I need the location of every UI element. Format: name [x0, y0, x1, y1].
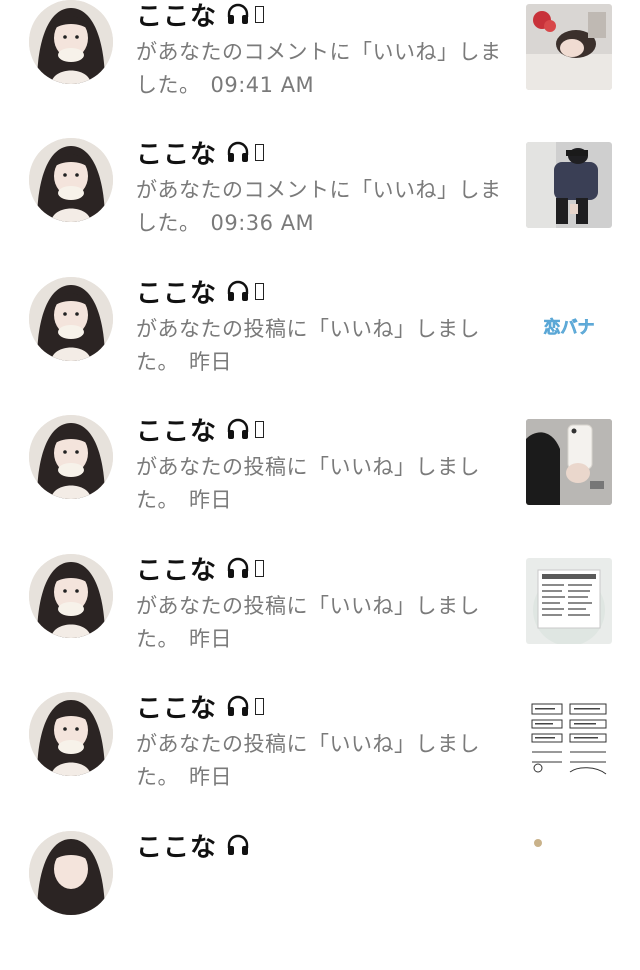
username[interactable]: ここな — [136, 0, 217, 33]
username-line: ここな — [136, 271, 265, 311]
message: があなたの投稿に「いいね」しました。 — [136, 594, 480, 651]
notification-list: ここな があなたのコメントに「いいね」しました。 09:41 AM ここな があな… — [0, 0, 640, 921]
username[interactable]: ここな — [136, 134, 217, 171]
notification-text: があなたの投稿に「いいね」しました。 昨日 — [136, 313, 508, 379]
notification-item[interactable]: ここな — [0, 831, 640, 970]
post-thumbnail[interactable] — [526, 142, 612, 228]
username-line: ここな — [136, 686, 265, 726]
post-thumbnail[interactable]: 恋バナ — [526, 281, 612, 367]
notification-text: があなたのコメントに「いいね」しました。 09:41 AM — [136, 36, 508, 102]
headphones-icon — [225, 832, 251, 858]
headphones-icon — [225, 693, 251, 719]
username[interactable]: ここな — [136, 827, 217, 864]
notification-item[interactable]: ここな があなたのコメントに「いいね」しました。 09:36 AM — [0, 138, 640, 277]
notification-item[interactable]: ここな があなたの投稿に「いいね」しました。 昨日 恋バナ — [0, 277, 640, 416]
post-thumbnail[interactable] — [526, 4, 612, 90]
post-thumbnail[interactable] — [526, 558, 612, 644]
username-line: ここな — [136, 0, 265, 34]
username-line: ここな — [136, 409, 265, 449]
notification-text: があなたの投稿に「いいね」しました。 昨日 — [136, 590, 508, 656]
message: があなたのコメントに「いいね」しました。 — [136, 178, 502, 235]
headphones-icon — [225, 278, 251, 304]
unknown-glyph-icon — [255, 282, 265, 300]
timestamp: 昨日 — [189, 350, 232, 374]
headphones-icon — [225, 139, 251, 165]
username-line: ここな — [136, 548, 265, 588]
message: があなたのコメントに「いいね」しました。 — [136, 40, 502, 97]
unknown-glyph-icon — [255, 420, 265, 438]
message: があなたの投稿に「いいね」しました。 — [136, 455, 480, 512]
notification-text: があなたの投稿に「いいね」しました。 昨日 — [136, 728, 508, 794]
avatar[interactable] — [29, 415, 113, 499]
notification-text: があなたの投稿に「いいね」しました。 昨日 — [136, 451, 508, 517]
username[interactable]: ここな — [136, 273, 217, 310]
timestamp: 昨日 — [189, 765, 232, 789]
avatar[interactable] — [29, 554, 113, 638]
timestamp: 昨日 — [189, 488, 232, 512]
post-thumbnail[interactable] — [526, 419, 612, 505]
avatar[interactable] — [29, 138, 113, 222]
notification-text: があなたのコメントに「いいね」しました。 09:36 AM — [136, 174, 508, 240]
username[interactable]: ここな — [136, 550, 217, 587]
message: があなたの投稿に「いいね」しました。 — [136, 732, 480, 789]
avatar[interactable] — [29, 831, 113, 915]
notification-item[interactable]: ここな があなたの投稿に「いいね」しました。 昨日 — [0, 415, 640, 554]
headphones-icon — [225, 1, 251, 27]
unknown-glyph-icon — [255, 143, 265, 161]
notification-item[interactable]: ここな があなたの投稿に「いいね」しました。 昨日 — [0, 692, 640, 831]
timestamp: 09:36 AM — [210, 211, 315, 235]
username-line: ここな — [136, 825, 251, 865]
avatar[interactable] — [29, 277, 113, 361]
notification-item[interactable]: ここな があなたのコメントに「いいね」しました。 09:41 AM — [0, 0, 640, 139]
koibana-text: 恋バナ — [544, 317, 595, 338]
avatar[interactable] — [29, 0, 113, 84]
avatar[interactable] — [29, 692, 113, 776]
post-thumbnail[interactable] — [526, 835, 612, 921]
username[interactable]: ここな — [136, 688, 217, 725]
username-line: ここな — [136, 132, 265, 172]
notification-item[interactable]: ここな があなたの投稿に「いいね」しました。 昨日 — [0, 554, 640, 693]
timestamp: 昨日 — [189, 627, 232, 651]
unknown-glyph-icon — [255, 5, 265, 23]
post-thumbnail[interactable] — [526, 696, 612, 782]
message: があなたの投稿に「いいね」しました。 — [136, 317, 480, 374]
username[interactable]: ここな — [136, 411, 217, 448]
headphones-icon — [225, 416, 251, 442]
headphones-icon — [225, 555, 251, 581]
timestamp: 09:41 AM — [210, 73, 315, 97]
unknown-glyph-icon — [255, 697, 265, 715]
unknown-glyph-icon — [255, 559, 265, 577]
